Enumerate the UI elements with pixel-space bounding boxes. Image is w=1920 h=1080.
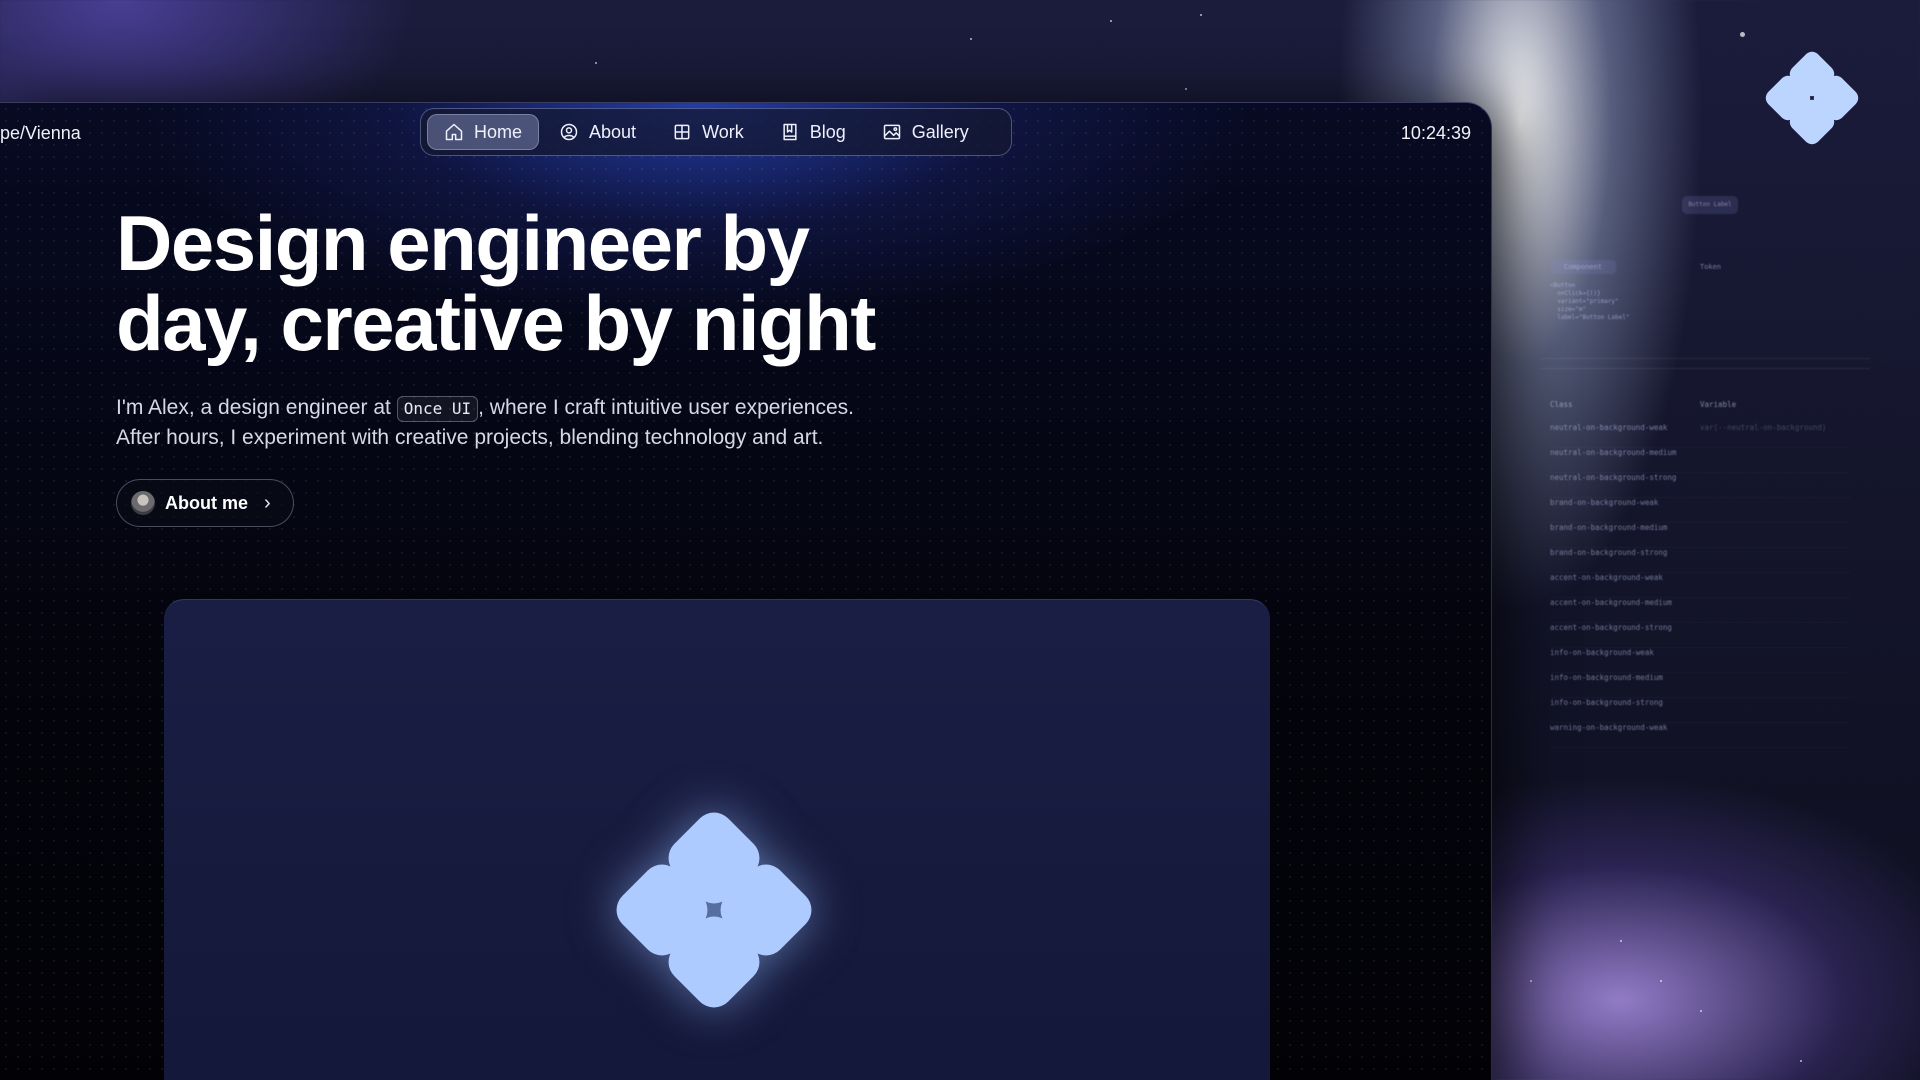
side-col-header: Variable xyxy=(1700,400,1737,409)
brand-logo-icon xyxy=(616,812,812,1008)
side-tab: Component xyxy=(1550,260,1616,274)
nav-work[interactable]: Work xyxy=(656,114,760,150)
nav-label: Home xyxy=(474,121,523,142)
nav-label: Blog xyxy=(809,121,846,142)
company-code-tag: Once UI xyxy=(396,396,479,422)
intro-before: I'm Alex, a design engineer at xyxy=(116,396,397,419)
side-divider xyxy=(1540,358,1870,359)
table-row: accent-on-background-strong xyxy=(1550,623,1850,648)
nav-label: Work xyxy=(702,121,744,142)
chevron-right-icon: › xyxy=(264,491,271,514)
about-me-label: About me xyxy=(165,492,248,513)
book-icon xyxy=(783,123,797,141)
table-row: neutral-on-background-strong xyxy=(1550,473,1850,498)
user-circle-icon xyxy=(560,123,578,141)
side-pill: Button Label xyxy=(1682,196,1738,214)
side-table: Class Variable neutral-on-background-wea… xyxy=(1550,400,1850,748)
side-tab: Token xyxy=(1699,263,1722,271)
table-row: info-on-background-medium xyxy=(1550,673,1850,698)
home-icon xyxy=(445,123,463,141)
clock: 10:24:39 xyxy=(1400,123,1471,143)
avatar xyxy=(131,491,155,515)
side-tabs: Component Token xyxy=(1550,260,1735,274)
table-row: brand-on-background-strong xyxy=(1550,548,1850,573)
table-row: brand-on-background-medium xyxy=(1550,523,1850,548)
nav-label: Gallery xyxy=(911,121,969,142)
table-row: brand-on-background-weak xyxy=(1550,498,1850,523)
timezone-label: pe/Vienna xyxy=(0,123,81,143)
table-row: neutral-on-background-medium xyxy=(1550,448,1850,473)
side-code: <Button onClick={()} variant="primary" s… xyxy=(1550,282,1630,321)
nav-home[interactable]: Home xyxy=(427,114,540,150)
table-row: accent-on-background-weak xyxy=(1550,573,1850,598)
background-screen: Button Label Component Token <Button onC… xyxy=(1500,130,1880,890)
grid-icon xyxy=(674,124,690,140)
brand-logo-icon xyxy=(1765,51,1859,145)
side-col-header: Class xyxy=(1550,400,1573,409)
table-row: info-on-background-weak xyxy=(1550,648,1850,673)
image-icon xyxy=(883,124,901,140)
preview-card[interactable] xyxy=(164,599,1270,1080)
main-nav: Home About Work Blog Gallery xyxy=(420,108,1012,156)
table-row: info-on-background-strong xyxy=(1550,698,1850,723)
table-row: accent-on-background-medium xyxy=(1550,598,1850,623)
nav-about[interactable]: About xyxy=(543,114,652,150)
table-row: warning-on-background-weak xyxy=(1550,723,1850,748)
side-divider xyxy=(1540,368,1870,369)
browser-window: pe/Vienna 10:24:39 Home About Work Blog … xyxy=(0,102,1492,1080)
nav-blog[interactable]: Blog xyxy=(764,114,862,150)
title-line: day, creative by night xyxy=(116,279,876,367)
nav-label: About xyxy=(589,121,637,142)
intro-text: I'm Alex, a design engineer at Once UI, … xyxy=(116,393,1016,453)
about-me-button[interactable]: About me › xyxy=(116,479,294,527)
intro-after: , where I craft intuitive user experienc… xyxy=(478,396,854,419)
table-row: neutral-on-background-weak var(--neutral-… xyxy=(1550,423,1850,448)
page-title: Design engineer by day, creative by nigh… xyxy=(116,203,1016,363)
title-line: Design engineer by xyxy=(116,199,810,287)
intro-line2: After hours, I experiment with creative … xyxy=(116,426,824,449)
nav-gallery[interactable]: Gallery xyxy=(866,114,985,150)
